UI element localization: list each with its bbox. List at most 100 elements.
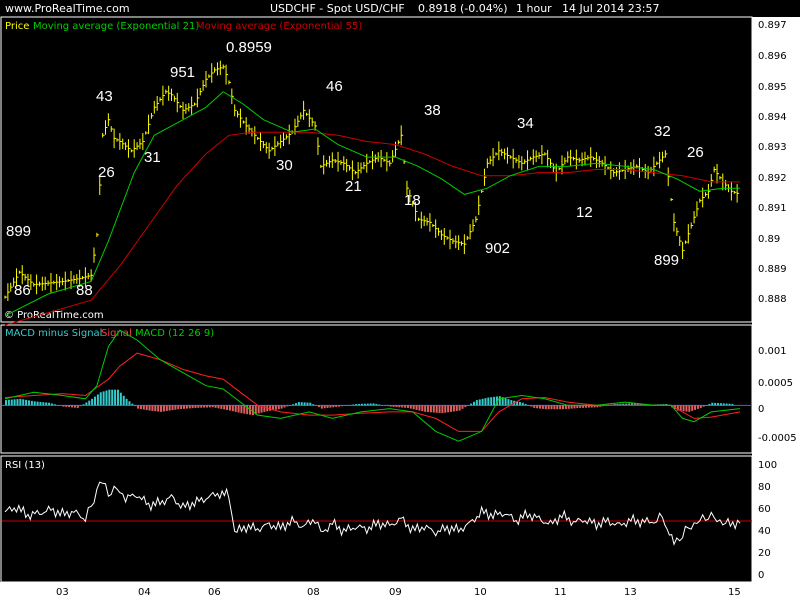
macd-ytick: -0.0005 <box>758 433 797 444</box>
macd-hist-bar <box>378 404 381 406</box>
macd-hist-bar <box>240 405 243 414</box>
macd-hist-bar <box>56 405 59 406</box>
macd-hist-bar <box>694 405 697 410</box>
macd-hist-bar <box>137 405 140 409</box>
macd-hist-bar <box>343 405 346 406</box>
price-label: 43 <box>96 88 113 105</box>
macd-hist-bar <box>162 405 165 412</box>
macd-hist-bar <box>504 398 507 406</box>
macd-hist-bar <box>45 402 48 406</box>
macd-hist-bar <box>544 405 547 410</box>
macd-hist-bar <box>484 398 487 406</box>
macd-hist-bar <box>160 405 163 412</box>
macd-hist-bar <box>154 405 157 412</box>
macd-hist-bar <box>315 405 318 406</box>
macd-hist-bar <box>386 405 389 407</box>
macd-hist-bar <box>699 405 702 408</box>
macd-hist-bar <box>524 404 527 406</box>
macd-hist-bar <box>366 403 369 406</box>
macd-hist-bar <box>547 405 550 410</box>
macd-hist-bar <box>289 405 292 406</box>
macd-hist-bar <box>381 405 384 406</box>
legend-signal: Signal <box>101 328 132 339</box>
macd-hist-bar <box>688 405 691 412</box>
macd-hist-bar <box>435 405 438 413</box>
timeframe: 1 hour <box>516 2 552 15</box>
x-tick: 08 <box>307 587 320 598</box>
macd-hist-bar <box>228 405 231 411</box>
macd-ytick: 0.001 <box>758 346 787 357</box>
macd-hist-bar <box>217 405 220 409</box>
macd-hist-bar <box>372 403 375 406</box>
macd-hist-bar <box>412 405 415 410</box>
macd-hist-bar <box>243 405 246 414</box>
macd-hist-bar <box>429 405 432 413</box>
macd-hist-bar <box>711 402 714 406</box>
x-tick: 11 <box>554 587 567 598</box>
price-label: 46 <box>326 78 343 95</box>
macd-hist-bar <box>105 390 108 406</box>
macd-hist-bar <box>96 394 99 406</box>
rsi-ytick: 0 <box>758 570 764 581</box>
macd-hist-bar <box>507 399 510 406</box>
macd-hist-bar <box>541 405 544 409</box>
price-ytick: 0.89 <box>758 234 780 245</box>
macd-hist-bar <box>294 403 297 406</box>
macd-hist-bar <box>33 401 36 406</box>
price-label: 21 <box>345 178 362 195</box>
price-ytick: 0.893 <box>758 142 787 153</box>
macd-hist-bar <box>7 399 10 406</box>
macd-hist-bar <box>441 405 444 414</box>
macd-hist-bar <box>220 405 223 409</box>
macd-hist-bar <box>329 405 332 408</box>
macd-hist-bar <box>111 389 114 406</box>
macd-hist-bar <box>257 405 260 414</box>
macd-hist-bar <box>39 401 42 406</box>
macd-hist-bar <box>432 405 435 413</box>
macd-hist-bar <box>283 405 286 408</box>
price-ytick: 0.892 <box>758 173 787 184</box>
macd-hist-bar <box>559 405 562 410</box>
macd-hist-bar <box>62 405 65 407</box>
macd-hist-bar <box>717 403 720 406</box>
macd-hist-bar <box>352 404 355 406</box>
price-label: 86 <box>14 282 31 299</box>
macd-hist-bar <box>427 405 430 413</box>
macd-hist-bar <box>59 405 62 406</box>
macd-ytick: 0.0005 <box>758 378 793 389</box>
macd-hist-bar <box>286 405 289 407</box>
macd-hist-bar <box>375 403 378 406</box>
macd-hist-bar <box>458 405 461 411</box>
macd-hist-bar <box>157 405 160 412</box>
macd-hist-bar <box>53 404 56 406</box>
macd-hist-bar <box>404 405 407 408</box>
macd-hist-bar <box>116 389 119 406</box>
x-tick: 04 <box>138 587 151 598</box>
price-label: 899 <box>654 252 679 269</box>
macd-hist-bar <box>119 392 122 406</box>
macd-hist-bar <box>470 403 473 406</box>
legend-rsi: RSI (13) <box>5 460 45 471</box>
rsi-ytick: 40 <box>758 526 771 537</box>
macd-hist-bar <box>682 405 685 412</box>
macd-hist-bar <box>108 389 111 406</box>
x-tick: 09 <box>389 587 402 598</box>
macd-hist-bar <box>251 405 254 416</box>
macd-hist-bar <box>424 405 427 412</box>
price-label: 26 <box>98 164 115 181</box>
macd-hist-bar <box>148 405 151 411</box>
macd-hist-bar <box>237 405 240 413</box>
legend-ema55: Moving average (Exponential 55) <box>196 21 362 32</box>
macd-hist-bar <box>36 401 39 406</box>
macd-hist-bar <box>177 405 180 410</box>
macd-hist-bar <box>88 400 91 406</box>
macd-hist-bar <box>478 399 481 406</box>
rsi-ytick: 20 <box>758 548 771 559</box>
legend-macd: MACD (12 26 9) <box>135 328 214 339</box>
macd-hist-bar <box>338 405 341 407</box>
macd-hist-bar <box>421 405 424 412</box>
macd-hist-bar <box>274 405 277 410</box>
macd-hist-bar <box>450 405 453 412</box>
macd-hist-bar <box>539 405 542 409</box>
macd-hist-bar <box>708 404 711 406</box>
